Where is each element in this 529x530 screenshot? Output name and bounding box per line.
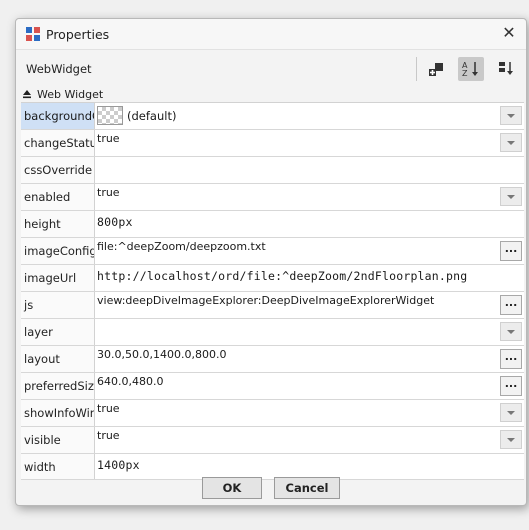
property-value-text: true	[97, 429, 120, 442]
property-row-changestatus[interactable]: changeStatus( true	[21, 130, 524, 157]
color-swatch[interactable]	[97, 106, 123, 125]
dialog-footer: OK Cancel	[16, 477, 526, 505]
dropdown-arrow-icon[interactable]	[500, 403, 522, 422]
property-row-layer[interactable]: layer	[21, 319, 524, 346]
property-name: visible	[21, 427, 95, 453]
property-value-text: 1400px	[97, 458, 140, 472]
property-row-cssoverride[interactable]: cssOverride	[21, 157, 524, 184]
property-row-imageconfigfile[interactable]: imageConfigF file:^deepZoom/deepzoom.txt…	[21, 238, 524, 265]
svg-text:Z: Z	[462, 69, 468, 78]
property-value[interactable]: true	[95, 400, 524, 426]
browse-button[interactable]: ...	[500, 376, 522, 396]
property-value-text: view:deepDiveImageExplorer:DeepDiveImage…	[97, 294, 435, 307]
toolbar-separator	[416, 57, 417, 81]
property-name: height	[21, 211, 95, 237]
section-label: Web Widget	[37, 87, 104, 101]
property-name: backgroundCo	[21, 103, 95, 129]
property-row-visible[interactable]: visible true	[21, 427, 524, 454]
property-value-input[interactable]: 1400px	[95, 454, 524, 479]
property-name: cssOverride	[21, 157, 95, 183]
dropdown-arrow-icon[interactable]	[500, 133, 522, 152]
property-value[interactable]: true	[95, 130, 524, 156]
property-row-imageurl[interactable]: imageUrl http://localhost/ord/file:^deep…	[21, 265, 524, 292]
cancel-button[interactable]: Cancel	[274, 477, 340, 499]
property-value-input[interactable]	[95, 157, 524, 183]
properties-dialog: Properties ✕ WebWidget A Z Web Widget ba…	[15, 18, 527, 506]
property-row-layout[interactable]: layout 30.0,50.0,1400.0,800.0 ...	[21, 346, 524, 373]
title-bar[interactable]: Properties ✕	[16, 19, 526, 50]
property-row-backgroundcolor[interactable]: backgroundCo (default)	[21, 103, 524, 130]
property-value-text: 640.0,480.0	[97, 375, 164, 388]
browse-button[interactable]: ...	[500, 349, 522, 369]
property-value-text: 800px	[97, 215, 133, 229]
object-name-label: WebWidget	[26, 62, 92, 76]
property-name: preferredSize	[21, 373, 95, 399]
property-sheet: backgroundCo (default) changeStatus( tru…	[21, 102, 524, 480]
property-value-text: (default)	[127, 109, 177, 123]
property-row-js[interactable]: js view:deepDiveImageExplorer:DeepDiveIm…	[21, 292, 524, 319]
section-header[interactable]: Web Widget	[21, 87, 524, 101]
property-value-text: 30.0,50.0,1400.0,800.0	[97, 348, 227, 361]
property-value-input[interactable]: 640.0,480.0 ...	[95, 373, 524, 399]
property-value-input[interactable]: 30.0,50.0,1400.0,800.0 ...	[95, 346, 524, 372]
add-slot-icon[interactable]	[423, 57, 449, 81]
property-name: js	[21, 292, 95, 318]
properties-app-icon	[26, 27, 40, 41]
property-value[interactable]: true	[95, 184, 524, 210]
property-name: changeStatus(	[21, 130, 95, 156]
collapse-arrow-icon[interactable]	[21, 88, 33, 100]
browse-button[interactable]: ...	[500, 241, 522, 261]
property-row-enabled[interactable]: enabled true	[21, 184, 524, 211]
property-name: enabled	[21, 184, 95, 210]
property-row-showinfowindow[interactable]: showInfoWinc true	[21, 400, 524, 427]
property-value[interactable]	[95, 319, 524, 345]
property-row-height[interactable]: height 800px	[21, 211, 524, 238]
property-value[interactable]: (default)	[95, 103, 524, 129]
property-value-text: file:^deepZoom/deepzoom.txt	[97, 240, 266, 253]
sort-order-icon[interactable]	[493, 57, 519, 81]
dropdown-arrow-icon[interactable]	[500, 322, 522, 341]
property-name: layer	[21, 319, 95, 345]
dropdown-arrow-icon[interactable]	[500, 187, 522, 206]
dialog-title: Properties	[46, 26, 110, 42]
property-name: imageUrl	[21, 265, 95, 291]
property-name: showInfoWinc	[21, 400, 95, 426]
property-name: imageConfigF	[21, 238, 95, 264]
property-value-text: true	[97, 402, 120, 415]
toolbar: WebWidget A Z	[16, 51, 526, 87]
property-value-input[interactable]: 800px	[95, 211, 524, 237]
property-row-preferredsize[interactable]: preferredSize 640.0,480.0 ...	[21, 373, 524, 400]
property-name: width	[21, 454, 95, 479]
sort-alpha-icon[interactable]: A Z	[458, 57, 484, 81]
property-value-input[interactable]: http://localhost/ord/file:^deepZoom/2ndF…	[95, 265, 524, 291]
property-value-text: http://localhost/ord/file:^deepZoom/2ndF…	[97, 269, 468, 283]
browse-button[interactable]: ...	[500, 295, 522, 315]
close-icon[interactable]: ✕	[500, 24, 518, 42]
ok-button[interactable]: OK	[202, 477, 262, 499]
property-value-text: true	[97, 132, 120, 145]
dropdown-arrow-icon[interactable]	[500, 106, 522, 125]
property-value-input[interactable]: view:deepDiveImageExplorer:DeepDiveImage…	[95, 292, 524, 318]
property-value-text: true	[97, 186, 120, 199]
dropdown-arrow-icon[interactable]	[500, 430, 522, 449]
property-value[interactable]: true	[95, 427, 524, 453]
property-name: layout	[21, 346, 95, 372]
property-value-input[interactable]: file:^deepZoom/deepzoom.txt ...	[95, 238, 524, 264]
